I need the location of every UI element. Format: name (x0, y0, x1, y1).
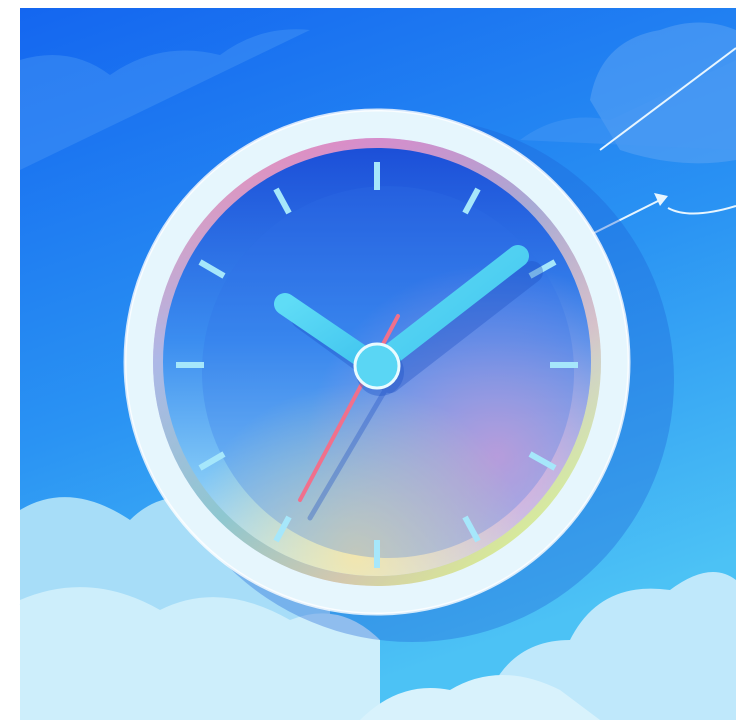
center-cap (353, 342, 401, 390)
clock-illustration (0, 0, 736, 720)
clock-illustration-art (19, 8, 736, 720)
